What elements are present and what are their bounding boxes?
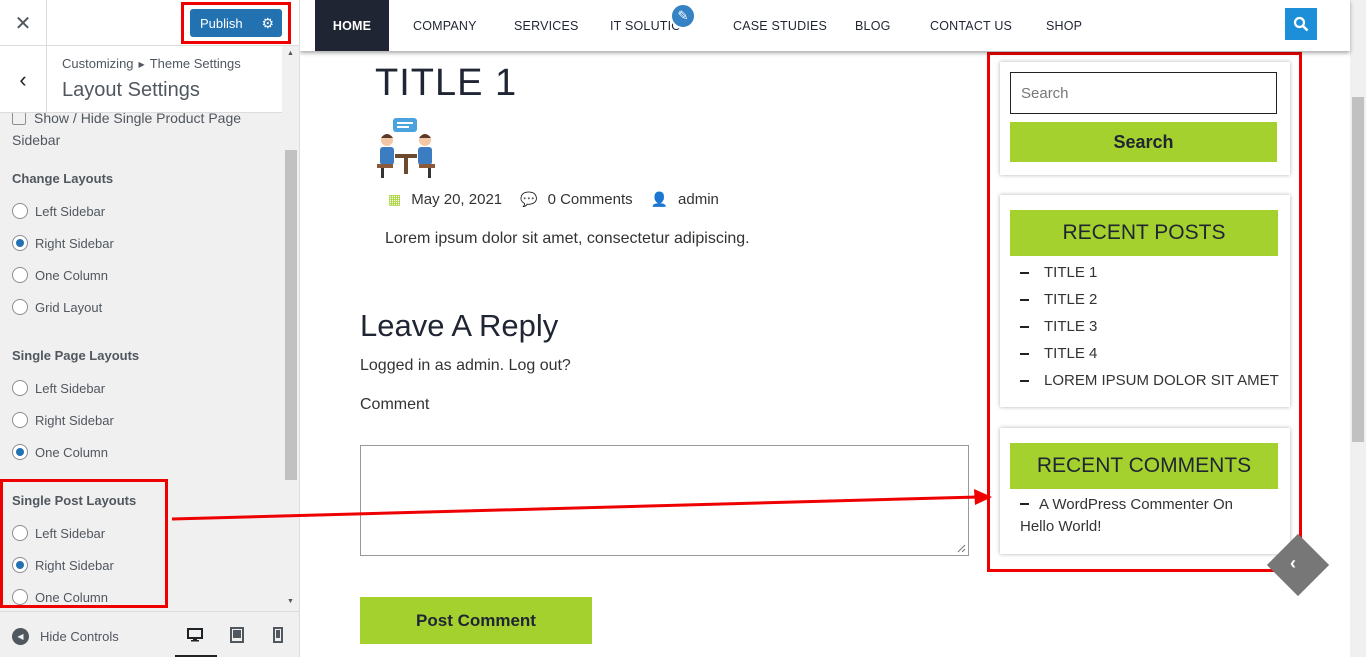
group-title: Single Page Layouts — [12, 348, 140, 363]
radio-label: Left Sidebar — [35, 380, 106, 396]
nav-item-services[interactable]: SERVICES — [514, 0, 579, 51]
sidebar-highlight-box — [987, 52, 1302, 572]
preview-scrollbar-thumb[interactable] — [1352, 97, 1364, 442]
comment-label: Comment — [360, 396, 430, 413]
post-comment-button[interactable]: Post Comment — [360, 597, 592, 644]
single-page-layouts-group: Single Page Layouts Left Sidebar Right S… — [12, 348, 139, 468]
breadcrumb-root: Customizing — [62, 56, 134, 71]
chevron-up-icon[interactable]: ‹ — [1290, 553, 1296, 574]
customizer-scrollbar-thumb[interactable] — [285, 150, 297, 480]
publish-highlight-box: Publish ⚙ — [181, 2, 291, 44]
reply-title: Leave A Reply — [360, 308, 559, 343]
search-icon[interactable] — [1285, 8, 1317, 40]
partial-checkbox-option[interactable]: Show / Hide Single Product Page Sidebar — [12, 113, 252, 151]
radio-option[interactable]: One Column — [12, 259, 114, 291]
chevron-left-icon: ‹ — [19, 66, 27, 92]
post-comments-text: 0 Comments — [547, 191, 633, 208]
customizer-footer: ◀ Hide Controls — [0, 611, 299, 657]
radio-label: Right Sidebar — [35, 412, 114, 428]
user-icon: 👤 — [650, 191, 669, 207]
logged-in-note[interactable]: Logged in as admin. Log out? — [360, 357, 571, 375]
radio-option[interactable]: One Column — [12, 436, 139, 468]
tablet-icon[interactable] — [227, 626, 247, 644]
breadcrumb: Customizing ▶ Theme Settings — [62, 56, 241, 71]
resize-handle-icon[interactable] — [956, 543, 966, 553]
radio-option[interactable]: Left Sidebar — [12, 195, 114, 227]
radio-button-selected[interactable] — [12, 444, 28, 460]
checkbox[interactable] — [12, 113, 26, 125]
back-button[interactable]: ‹ — [0, 46, 47, 113]
radio-button[interactable] — [12, 203, 28, 219]
post-comments[interactable]: 💬 0 Comments — [520, 191, 632, 208]
post-author[interactable]: 👤 admin — [651, 191, 719, 208]
partial-option-label: Show / Hide Single Product Page Sidebar — [12, 113, 242, 148]
section-header: ‹ Customizing ▶ Theme Settings Layout Sett… — [0, 46, 282, 113]
nav-item-contact-us[interactable]: CONTACT US — [930, 0, 1012, 51]
radio-option[interactable]: Left Sidebar — [12, 372, 139, 404]
nav-item-blog[interactable]: BLOG — [855, 0, 891, 51]
main-navigation: HOME COMPANY SERVICES IT SOLUTIO ✎ CASE … — [300, 0, 1350, 51]
radio-button[interactable] — [12, 267, 28, 283]
nav-item-home[interactable]: HOME — [315, 0, 389, 51]
post-excerpt: Lorem ipsum dolor sit amet, consectetur … — [385, 230, 750, 247]
nav-item-shop[interactable]: SHOP — [1046, 0, 1082, 51]
section-title: Layout Settings — [62, 79, 200, 101]
comments-icon: 💬 — [520, 191, 538, 207]
nav-item-case-studies[interactable]: CASE STUDIES — [733, 0, 827, 51]
site-preview: HOME COMPANY SERVICES IT SOLUTIO ✎ CASE … — [300, 0, 1366, 657]
radio-label: Grid Layout — [35, 299, 103, 315]
post-meta: ▦ May 20, 2021 💬 0 Comments 👤 admin — [388, 191, 737, 208]
radio-button[interactable] — [12, 299, 28, 315]
radio-option[interactable]: Right Sidebar — [12, 404, 139, 436]
calendar-icon: ▦ — [388, 191, 402, 207]
mobile-icon[interactable] — [268, 626, 288, 644]
edit-pencil-icon[interactable]: ✎ — [670, 3, 696, 29]
close-icon: ✕ — [14, 12, 32, 35]
hide-controls-button[interactable]: ◀ Hide Controls — [12, 628, 119, 645]
radio-label: One Column — [35, 267, 108, 283]
publish-label: Publish — [200, 15, 243, 31]
scroll-down-icon[interactable]: ▼ — [287, 598, 294, 605]
radio-button-selected[interactable] — [12, 235, 28, 251]
single-post-highlight-box — [0, 479, 168, 608]
nav-item-company[interactable]: COMPANY — [413, 0, 477, 51]
radio-button[interactable] — [12, 412, 28, 428]
gear-icon[interactable]: ⚙ — [261, 15, 274, 32]
change-layouts-group: Change Layouts Left Sidebar Right Sideba… — [12, 171, 114, 323]
group-title: Change Layouts — [12, 171, 114, 186]
caret-right-icon: ▶ — [138, 60, 145, 70]
breadcrumb-section: Theme Settings — [149, 56, 241, 71]
post-date-text: May 20, 2021 — [411, 191, 503, 208]
radio-label: Right Sidebar — [35, 235, 114, 251]
radio-button[interactable] — [12, 380, 28, 396]
collapse-icon: ◀ — [12, 628, 29, 645]
scroll-up-icon[interactable]: ▲ — [287, 50, 294, 57]
customizer-panel: ✕ Publish ⚙ ‹ Customizing ▶ Theme Settings… — [0, 0, 300, 657]
radio-label: Left Sidebar — [35, 203, 106, 219]
nav-item-it-solutions[interactable]: IT SOLUTIO — [610, 0, 681, 51]
radio-label: One Column — [35, 444, 108, 460]
close-customizer-button[interactable]: ✕ — [0, 0, 47, 46]
desktop-icon[interactable] — [185, 626, 205, 644]
radio-option[interactable]: Grid Layout — [12, 291, 114, 323]
customizer-header: ✕ Publish ⚙ — [0, 0, 299, 46]
post-author-text: admin — [678, 191, 719, 208]
hide-controls-label: Hide Controls — [40, 629, 119, 644]
post-title[interactable]: TITLE 1 — [375, 62, 517, 105]
post-date[interactable]: ▦ May 20, 2021 — [388, 191, 502, 208]
comment-textarea[interactable] — [360, 445, 969, 556]
publish-button[interactable]: Publish ⚙ — [190, 9, 282, 37]
radio-option[interactable]: Right Sidebar — [12, 227, 114, 259]
meeting-illustration — [375, 116, 437, 180]
